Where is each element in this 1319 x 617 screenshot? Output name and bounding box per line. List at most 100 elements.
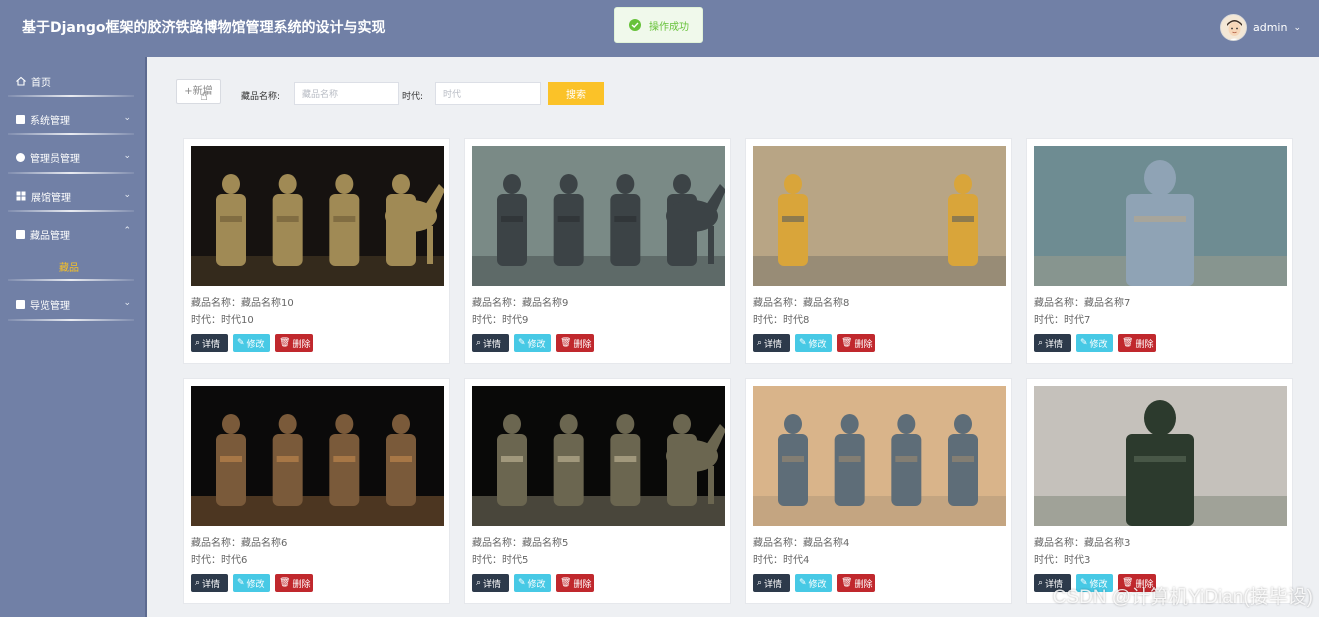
collection-image[interactable] [191, 146, 444, 286]
chevron-down-icon[interactable]: ⌄ [1293, 23, 1301, 33]
menu-divider [8, 279, 134, 281]
user-name[interactable]: admin [1253, 21, 1287, 34]
grid-icon [16, 299, 25, 309]
card-actions: ⌕ 详情 ✎ 修改 🗑 删除 [191, 574, 313, 592]
trash-icon: 🗑 [560, 578, 572, 588]
sidebar-item-guide[interactable]: 导览管理 ⌄ [0, 285, 147, 323]
delete-button[interactable]: 🗑 删除 [275, 574, 313, 592]
detail-label: 详情 [764, 339, 783, 350]
search-icon: ⌕ [757, 578, 763, 588]
era-search-input[interactable] [435, 82, 541, 105]
sidebar-item-label: 系统管理 [30, 115, 70, 127]
detail-button[interactable]: ⌕ 详情 [753, 574, 790, 592]
delete-button[interactable]: 🗑 删除 [556, 334, 594, 352]
user-menu[interactable]: admin ⌄ [1219, 14, 1301, 41]
collection-image[interactable] [472, 386, 725, 526]
delete-button[interactable]: 🗑 删除 [556, 574, 594, 592]
collection-image[interactable] [1034, 146, 1287, 286]
delete-button[interactable]: 🗑 删除 [837, 334, 875, 352]
edit-icon: ✎ [237, 578, 245, 588]
edit-label: 修改 [246, 339, 265, 350]
card-actions: ⌕ 详情 ✎ 修改 🗑 删除 [753, 334, 875, 352]
collection-image[interactable] [191, 386, 444, 526]
top-header: 基于Django框架的胶济铁路博物馆管理系统的设计与实现 操作成功 admin … [0, 0, 1319, 57]
edit-button[interactable]: ✎ 修改 [233, 574, 270, 592]
collection-era: 时代：时代9 [472, 315, 529, 326]
delete-button[interactable]: 🗑 删除 [837, 574, 875, 592]
search-icon: ⌕ [476, 578, 482, 588]
collection-name: 藏品名称：藏品名称7 [1034, 298, 1131, 309]
edit-icon: ✎ [518, 578, 526, 588]
collection-name: 藏品名称：藏品名称5 [472, 538, 569, 549]
sidebar-item-label: 管理员管理 [30, 153, 80, 165]
check-icon [629, 19, 641, 31]
edit-button[interactable]: ✎ 修改 [795, 574, 832, 592]
success-toast: 操作成功 [614, 7, 703, 43]
detail-label: 详情 [764, 579, 783, 590]
edit-label: 修改 [808, 339, 827, 350]
collection-image[interactable] [753, 386, 1006, 526]
card-actions: ⌕ 详情 ✎ 修改 🗑 删除 [191, 334, 313, 352]
collection-name: 藏品名称：藏品名称3 [1034, 538, 1131, 549]
collection-name: 藏品名称：藏品名称10 [191, 298, 294, 309]
edit-button[interactable]: ✎ 修改 [514, 334, 551, 352]
sidebar-item-label: 展馆管理 [31, 192, 71, 204]
trash-icon: 🗑 [841, 338, 853, 348]
home-icon [16, 76, 26, 86]
grid-icon [16, 229, 25, 239]
search-icon: ⌕ [1038, 578, 1044, 588]
edit-icon: ✎ [518, 338, 526, 348]
edit-button[interactable]: ✎ 修改 [1076, 334, 1113, 352]
search-button[interactable]: 搜索 [548, 82, 604, 105]
sidebar-subitem-collection[interactable]: 藏品 [0, 259, 147, 279]
trash-icon: 🗑 [279, 578, 291, 588]
delete-label: 删除 [573, 339, 592, 350]
watermark: CSDN @计算机YiDian(接毕设) [1052, 587, 1313, 608]
detail-button[interactable]: ⌕ 详情 [191, 574, 228, 592]
era-filter-label: 时代: [402, 92, 424, 102]
edit-icon: ✎ [237, 338, 245, 348]
card-actions: ⌕ 详情 ✎ 修改 🗑 删除 [753, 574, 875, 592]
card-actions: ⌕ 详情 ✎ 修改 🗑 删除 [472, 334, 594, 352]
collection-image[interactable] [753, 146, 1006, 286]
card-actions: ⌕ 详情 ✎ 修改 🗑 删除 [472, 574, 594, 592]
detail-button[interactable]: ⌕ 详情 [472, 574, 509, 592]
collection-era: 时代：时代4 [753, 555, 810, 566]
card-actions: ⌕ 详情 ✎ 修改 🗑 删除 [1034, 334, 1156, 352]
detail-button[interactable]: ⌕ 详情 [1034, 334, 1071, 352]
edit-icon: ✎ [1080, 338, 1088, 348]
sidebar-item-admins[interactable]: 管理员管理 ⌄ [0, 138, 147, 176]
search-icon: ⌕ [757, 338, 763, 348]
menu-divider [8, 95, 134, 97]
edit-button[interactable]: ✎ 修改 [233, 334, 270, 352]
name-filter-label: 藏品名称: [241, 92, 281, 102]
detail-button[interactable]: ⌕ 详情 [472, 334, 509, 352]
edit-icon: ✎ [799, 338, 807, 348]
collection-era: 时代：时代10 [191, 315, 254, 326]
trash-icon: 🗑 [1122, 338, 1134, 348]
avatar[interactable] [1219, 14, 1247, 41]
detail-button[interactable]: ⌕ 详情 [753, 334, 790, 352]
edit-button[interactable]: ✎ 修改 [514, 574, 551, 592]
collection-image[interactable] [472, 146, 725, 286]
user-icon [16, 152, 25, 162]
add-button[interactable]: +新增 [176, 79, 221, 104]
delete-button[interactable]: 🗑 删除 [275, 334, 313, 352]
edit-button[interactable]: ✎ 修改 [795, 334, 832, 352]
collection-card: 藏品名称：藏品名称4 时代：时代4 ⌕ 详情 ✎ 修改 🗑 删除 [745, 378, 1012, 604]
sidebar-item-label: 导览管理 [30, 300, 70, 312]
delete-label: 删除 [854, 579, 873, 590]
chevron-down-icon: ⌄ [123, 298, 131, 308]
collection-image[interactable] [1034, 386, 1287, 526]
detail-label: 详情 [483, 579, 502, 590]
search-icon: ⌕ [476, 338, 482, 348]
collection-era: 时代：时代8 [753, 315, 810, 326]
delete-button[interactable]: 🗑 删除 [1118, 334, 1156, 352]
menu-divider [8, 133, 134, 135]
collection-card: 藏品名称：藏品名称7 时代：时代7 ⌕ 详情 ✎ 修改 🗑 删除 [1026, 138, 1293, 364]
sidebar-item-collections[interactable]: 藏品管理 ⌃ [0, 215, 147, 253]
collection-card: 藏品名称：藏品名称9 时代：时代9 ⌕ 详情 ✎ 修改 🗑 删除 [464, 138, 731, 364]
collection-name: 藏品名称：藏品名称6 [191, 538, 288, 549]
detail-button[interactable]: ⌕ 详情 [191, 334, 228, 352]
name-search-input[interactable] [294, 82, 399, 105]
